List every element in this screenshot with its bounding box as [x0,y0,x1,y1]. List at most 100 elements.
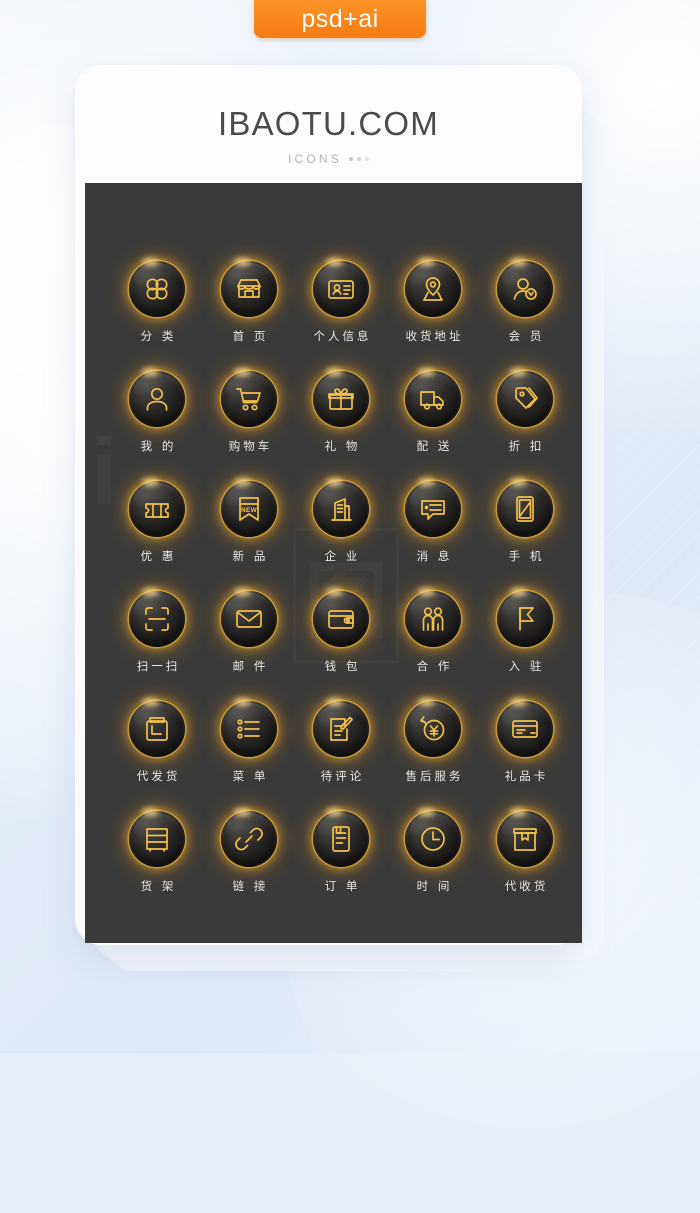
icon-cell[interactable]: 配 送 [387,371,479,481]
icon-label: 时 间 [416,879,453,893]
icon-label: 手 机 [508,549,545,563]
icon-label: 新 品 [232,549,269,563]
icon-cell[interactable]: 邮 件 [203,591,295,701]
icon-label: 分 类 [140,329,177,343]
brand-header: IBAOTU.COM ICONS [75,105,582,166]
icon-cell[interactable]: 手 机 [479,481,571,591]
page-title: IBAOTU.COM [217,105,439,142]
mail-envelope-icon[interactable] [221,591,277,647]
enterprise-icon[interactable] [313,481,369,537]
icon-label: 售后服务 [405,769,464,783]
icon-cell[interactable]: 代发货 [111,701,203,811]
link-icon[interactable] [221,811,277,867]
icon-label: 货 架 [140,879,177,893]
icon-cell[interactable]: 合 作 [387,591,479,701]
user-mine-icon[interactable] [129,371,185,427]
icon-cell[interactable]: 订 单 [295,811,387,921]
address-pin-icon[interactable] [405,261,461,317]
coupon-ticket-icon[interactable] [129,481,185,537]
icon-label: 待评论 [320,769,365,783]
icon-label: 我 的 [140,439,177,453]
member-icon[interactable] [497,261,553,317]
icon-label: 入 驻 [508,659,545,673]
icon-label: 购物车 [228,439,273,453]
mobile-phone-icon[interactable] [497,481,553,537]
subtitle-dots-icon [349,157,369,161]
icon-cell[interactable]: 优 惠 [111,481,203,591]
wallet-icon[interactable] [313,591,369,647]
icon-cell[interactable]: 扫一扫 [111,591,203,701]
icon-cell[interactable]: 个人信息 [295,261,387,371]
icon-label: 礼 物 [324,439,361,453]
icon-cell[interactable]: 分 类 [111,261,203,371]
icon-label: 收货地址 [405,329,464,343]
order-icon[interactable] [313,811,369,867]
icon-cell[interactable]: 售后服务 [387,701,479,811]
delivery-truck-icon[interactable] [405,371,461,427]
icon-label: 配 送 [416,439,453,453]
icon-label: 链 接 [232,879,269,893]
icon-label: 会 员 [508,329,545,343]
cooperation-icon[interactable] [405,591,461,647]
icon-cell[interactable]: 入 驻 [479,591,571,701]
shopping-cart-icon[interactable] [221,371,277,427]
icon-cell[interactable]: 首 页 [203,261,295,371]
icon-label: 合 作 [416,659,453,673]
icon-cell[interactable]: 购物车 [203,371,295,481]
icon-panel: i 图 分 类首 页个人信息收货地址会 员我 的购物车礼 物配 送折 扣优 惠N… [85,183,582,943]
after-sales-icon[interactable] [405,701,461,757]
menu-list-icon[interactable] [221,701,277,757]
shelf-icon[interactable] [129,811,185,867]
icon-label: 折 扣 [508,439,545,453]
icon-label: 消 息 [416,549,453,563]
icon-cell[interactable]: 礼品卡 [479,701,571,811]
icon-label: 优 惠 [140,549,177,563]
icon-cell[interactable]: 会 员 [479,261,571,371]
icon-label: 代发货 [136,769,181,783]
pending-review-icon[interactable] [313,701,369,757]
gift-icon[interactable] [313,371,369,427]
icon-grid: 分 类 首 页 个人信息 收货地址 会 员我 的 购物车 礼 物 配 送 折 扣优 惠 NEW 新 … [85,183,582,943]
scan-qr-icon[interactable] [129,591,185,647]
icon-cell[interactable]: 消 息 [387,481,479,591]
time-clock-icon[interactable] [405,811,461,867]
new-product-icon[interactable]: NEW [221,481,277,537]
new-badge-text: NEW [240,507,258,514]
pending-receipt-icon[interactable] [497,811,553,867]
icon-cell[interactable]: 礼 物 [295,371,387,481]
icon-cell[interactable]: NEW 新 品 [203,481,295,591]
format-badge: psd+ai [254,0,426,38]
page-subtitle-text: ICONS [287,152,342,166]
home-shop-icon[interactable] [221,261,277,317]
icon-label: 邮 件 [232,659,269,673]
category-icon[interactable] [129,261,185,317]
icon-label: 礼品卡 [504,769,549,783]
format-badge-label: psd+ai [301,4,379,33]
icon-cell[interactable]: 待评论 [295,701,387,811]
icon-cell[interactable]: 钱 包 [295,591,387,701]
icon-label: 企 业 [324,549,361,563]
icon-cell[interactable]: 折 扣 [479,371,571,481]
icon-cell[interactable]: 代收货 [479,811,571,921]
icon-label: 个人信息 [313,329,372,343]
icon-cell[interactable]: 企 业 [295,481,387,591]
icon-cell[interactable]: 收货地址 [387,261,479,371]
icon-label: 订 单 [324,879,361,893]
icon-cell[interactable]: 时 间 [387,811,479,921]
page-subtitle: ICONS [75,152,582,166]
message-icon[interactable] [405,481,461,537]
icon-cell[interactable]: 我 的 [111,371,203,481]
pending-shipment-icon[interactable] [129,701,185,757]
icon-cell[interactable]: 货 架 [111,811,203,921]
icon-label: 菜 单 [232,769,269,783]
icon-label: 钱 包 [324,659,361,673]
icon-label: 扫一扫 [136,659,181,673]
icon-label: 首 页 [232,329,269,343]
icon-label: 代收货 [504,879,549,893]
profile-card-icon[interactable] [313,261,369,317]
settle-in-flag-icon[interactable] [497,591,553,647]
discount-tag-icon[interactable] [497,371,553,427]
gift-card-icon[interactable] [497,701,553,757]
icon-cell[interactable]: 链 接 [203,811,295,921]
icon-cell[interactable]: 菜 单 [203,701,295,811]
